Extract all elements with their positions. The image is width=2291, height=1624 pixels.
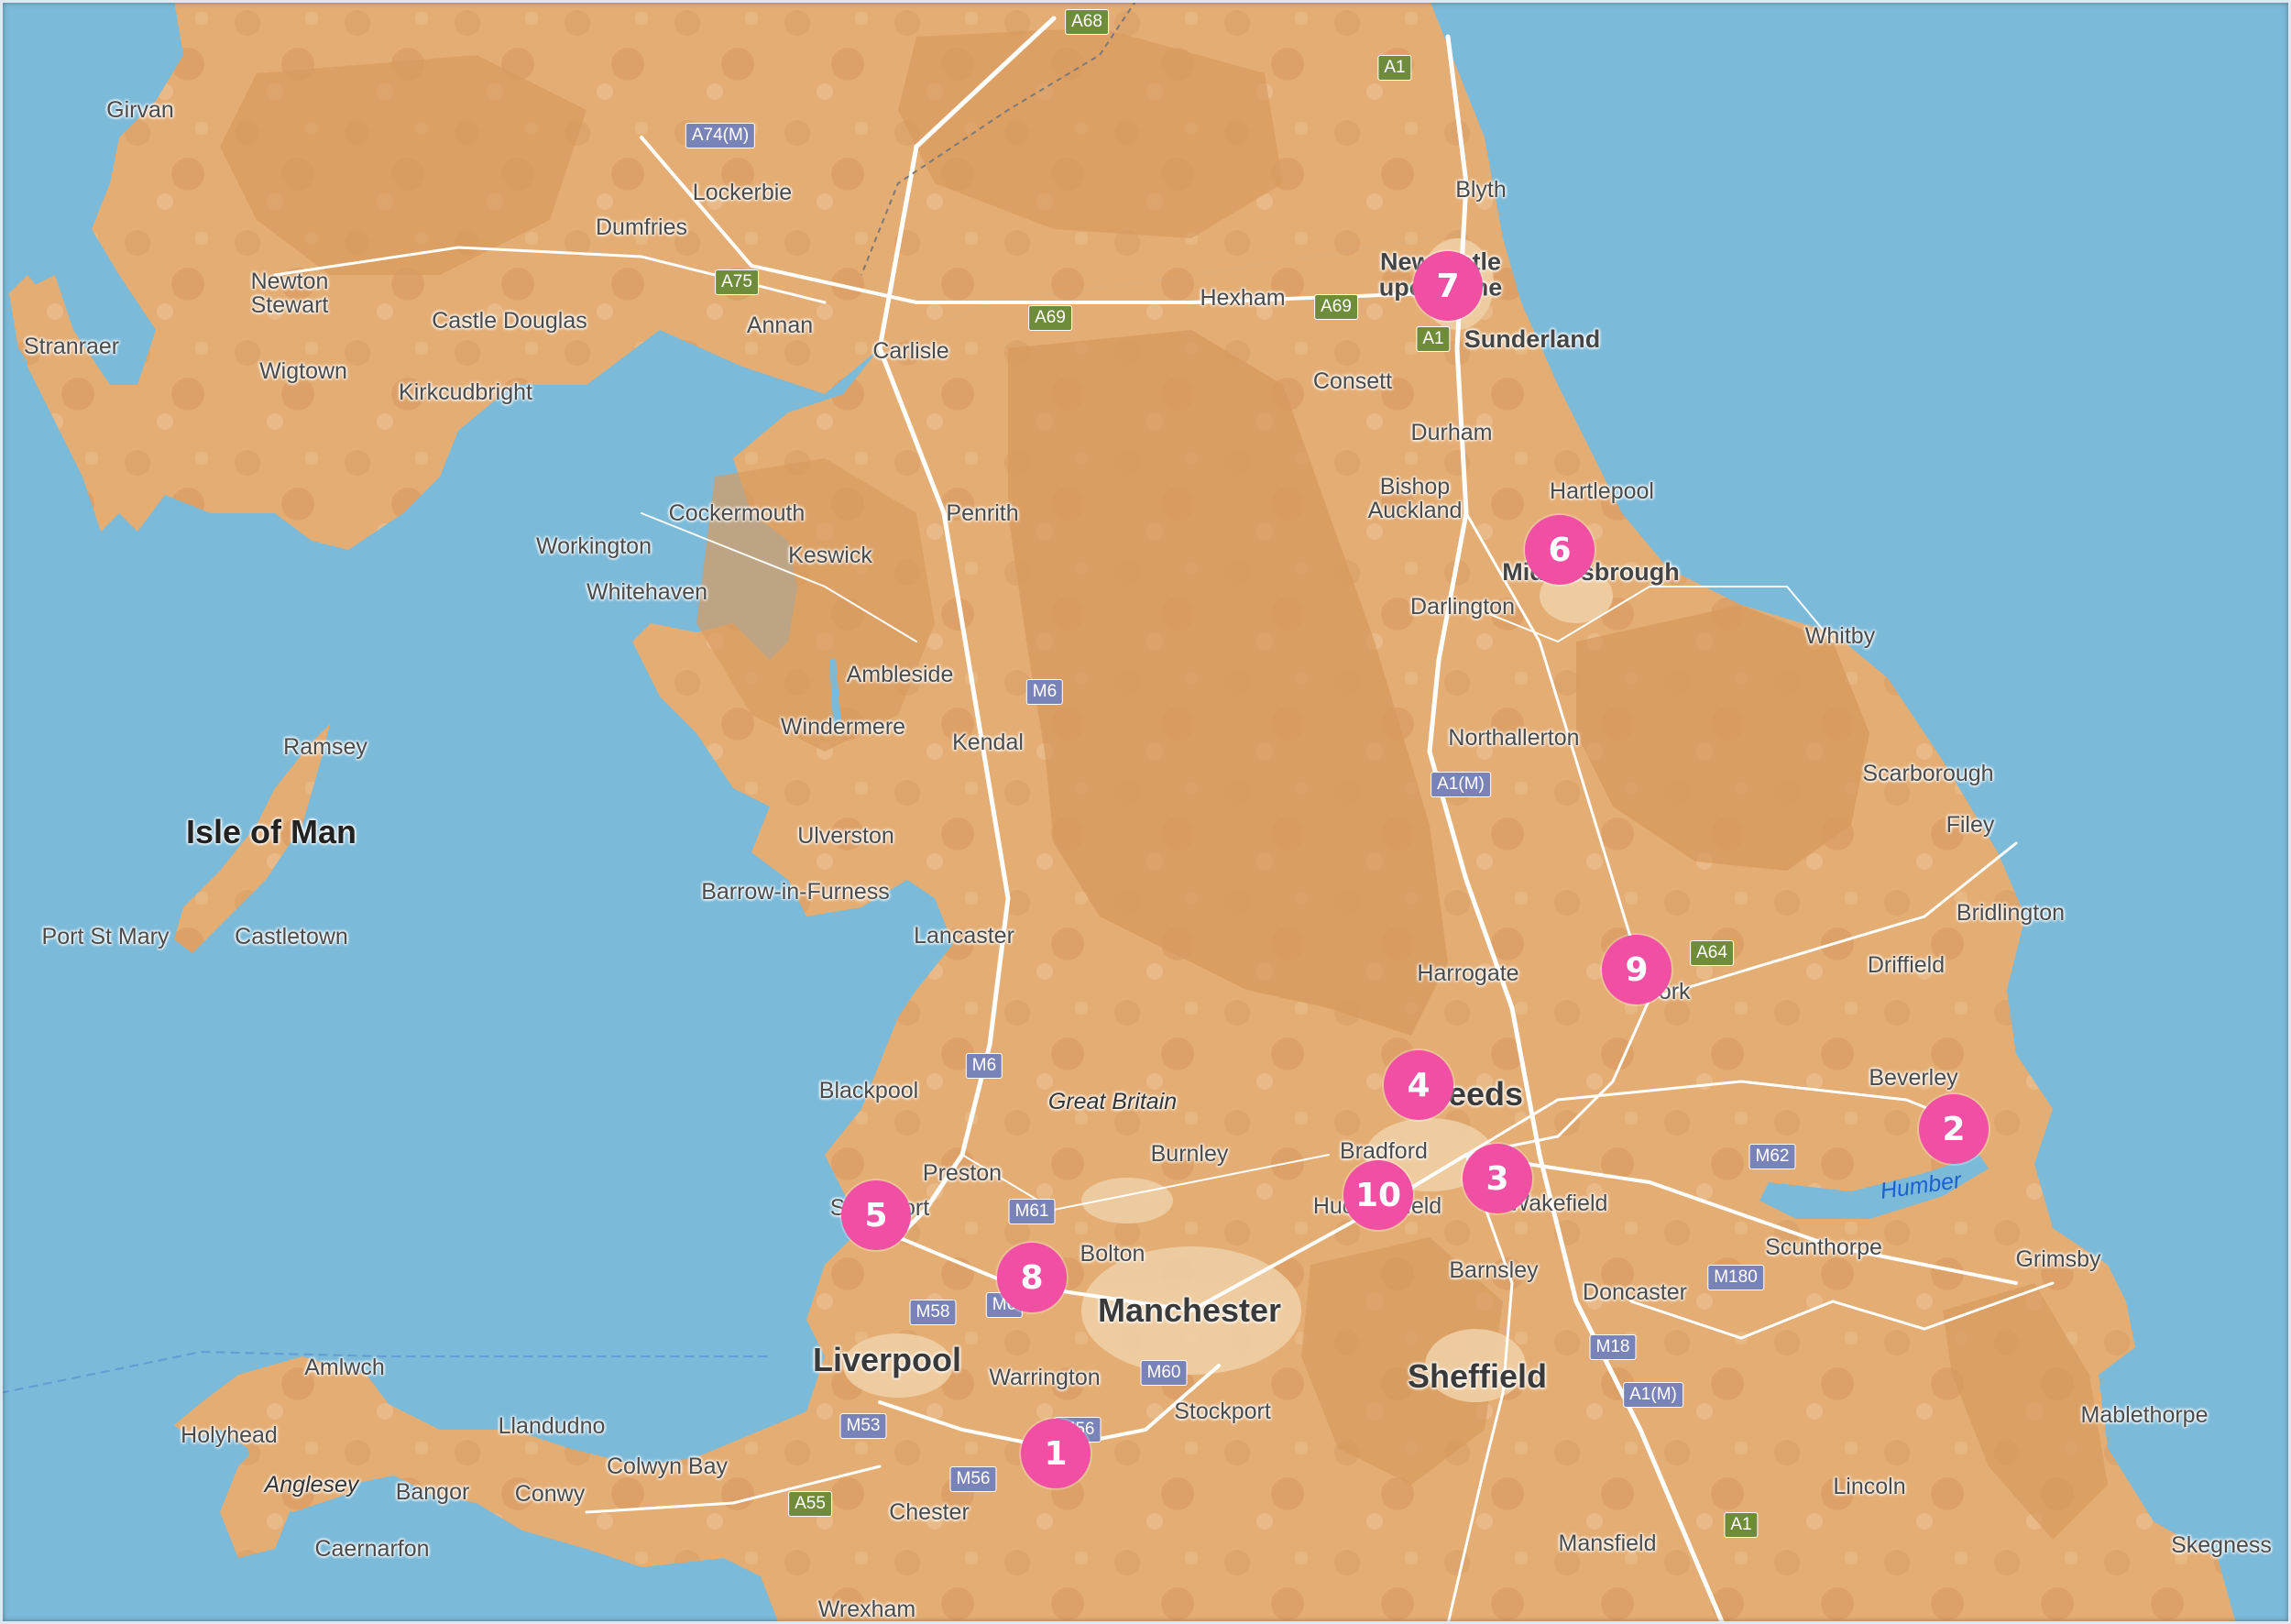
map-background bbox=[0, 0, 2291, 1624]
map-canvas[interactable]: Girvan Lockerbie Dumfries Newton Stewart… bbox=[0, 0, 2291, 1624]
